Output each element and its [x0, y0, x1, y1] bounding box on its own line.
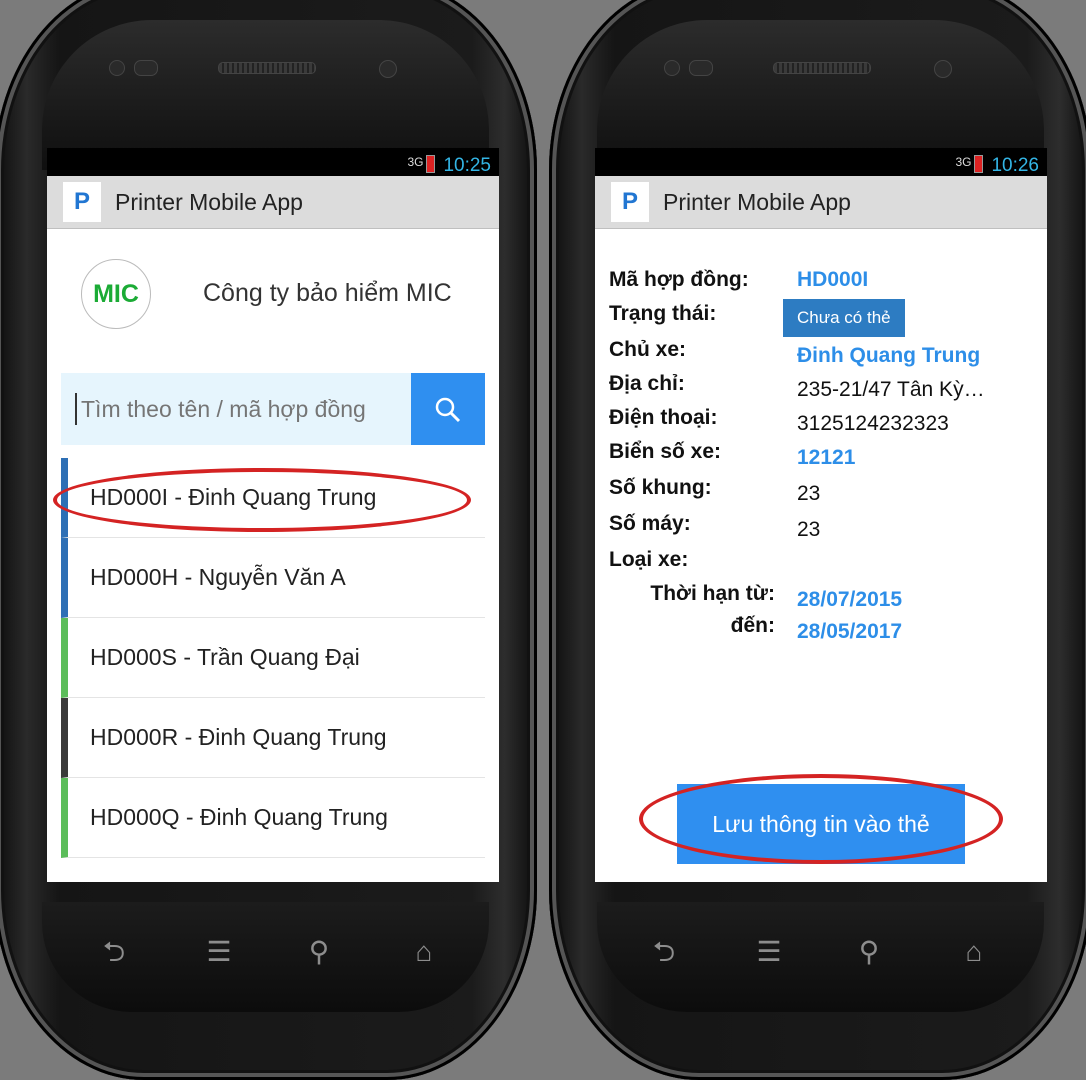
company-logo: MIC: [81, 259, 151, 329]
field-value: 3125124232323: [797, 412, 949, 435]
menu-icon[interactable]: ☰: [749, 938, 789, 966]
field-label: Trạng thái:: [609, 302, 717, 325]
search-bar: [61, 373, 485, 445]
field-contract: Mã hợp đồng: HD000I: [609, 268, 1029, 302]
field-value: 235-21/47 Tân Kỳ…: [797, 378, 985, 401]
field-address: Địa chỉ: 235-21/47 Tân Kỳ…: [609, 372, 1029, 406]
field-type: Loại xe:: [609, 548, 1029, 582]
signal-icon: 3G: [407, 155, 424, 169]
home-icon[interactable]: ⌂: [954, 938, 994, 966]
search-button[interactable]: [411, 373, 485, 445]
field-engine: Số máy: 23: [609, 512, 1029, 546]
app-title: Printer Mobile App: [115, 188, 303, 215]
field-label: Số khung:: [609, 476, 712, 499]
company-header: MIC Công ty bảo hiểm MIC: [47, 229, 499, 347]
back-icon[interactable]: ⮌: [94, 938, 134, 966]
battery-icon: [426, 155, 436, 173]
screen-contract-list: 3G 10:25 P Printer Mobile App MIC Công ty…: [47, 148, 499, 882]
field-label: Số máy:: [609, 512, 691, 535]
list-item[interactable]: HD000Q - Đinh Quang Trung: [61, 778, 485, 858]
field-owner: Chủ xe: Đinh Quang Trung: [609, 338, 1029, 372]
status-bar: 3G 10:26: [595, 148, 1047, 176]
field-value: 12121: [797, 446, 856, 469]
list-item[interactable]: HD000S - Trần Quang Đại: [61, 618, 485, 698]
status-bar: 3G 10:25: [47, 148, 499, 176]
field-label: Thời hạn từ:: [650, 582, 775, 605]
search-icon: [435, 397, 461, 423]
status-time: 10:25: [443, 155, 491, 176]
field-label: Điện thoại:: [609, 406, 718, 429]
app-bar: P Printer Mobile App: [47, 176, 499, 229]
field-phone: Điện thoại: 3125124232323: [609, 406, 1029, 440]
field-value: 28/07/2015: [797, 588, 903, 611]
status-time: 10:26: [991, 155, 1039, 176]
field-value: HD000I: [797, 268, 869, 291]
search-input[interactable]: [75, 393, 411, 425]
sensor-icon: [109, 60, 125, 76]
field-to: đến: 28/05/2017: [609, 614, 1029, 648]
list-item[interactable]: HD000R - Đinh Quang Trung: [61, 698, 485, 778]
field-value: 28/05/2017: [797, 620, 903, 643]
field-label: Chủ xe:: [609, 338, 687, 361]
screen-contract-detail: 3G 10:26 P Printer Mobile App Mã hợp đồng…: [595, 148, 1047, 882]
field-plate: Biển số xe: 12121: [609, 440, 1029, 474]
field-label: Loại xe:: [609, 548, 689, 571]
field-value: Đinh Quang Trung: [797, 344, 981, 367]
front-camera-icon: [379, 60, 397, 78]
app-bar: P Printer Mobile App: [595, 176, 1047, 229]
signal-icon: 3G: [955, 155, 972, 169]
app-title: Printer Mobile App: [663, 188, 851, 215]
search-key-icon[interactable]: ⚲: [849, 938, 889, 966]
search-key-icon[interactable]: ⚲: [299, 938, 339, 966]
field-status: Trạng thái: Chưa có thẻ: [609, 299, 1029, 337]
home-icon[interactable]: ⌂: [404, 938, 444, 966]
phone-right: 3G 10:26 P Printer Mobile App Mã hợp đồng…: [549, 0, 1086, 1080]
field-label: đến:: [730, 614, 775, 637]
battery-icon: [974, 155, 984, 173]
phone-left: 3G 10:25 P Printer Mobile App MIC Công ty…: [0, 0, 537, 1080]
field-label: Biển số xe:: [609, 440, 722, 463]
field-label: Địa chỉ:: [609, 372, 685, 395]
sensor-icon: [664, 60, 680, 76]
field-from: Thời hạn từ: 28/07/2015: [609, 582, 1029, 616]
sensor-icon: [134, 60, 158, 76]
list-item[interactable]: HD000H - Nguyễn Văn A: [61, 538, 485, 618]
status-badge: Chưa có thẻ: [783, 299, 905, 337]
speaker-grille: [217, 62, 316, 74]
back-icon[interactable]: ⮌: [644, 938, 684, 966]
field-frame: Số khung: 23: [609, 476, 1029, 510]
company-name: Công ty bảo hiểm MIC: [203, 279, 452, 307]
speaker-grille: [772, 62, 871, 74]
field-value: 23: [797, 482, 821, 505]
menu-icon[interactable]: ☰: [199, 938, 239, 966]
field-value: 23: [797, 518, 821, 541]
sensor-icon: [689, 60, 713, 76]
app-logo-icon: P: [63, 182, 101, 222]
highlight-ellipse: [53, 468, 471, 532]
field-label: Mã hợp đồng:: [609, 268, 749, 291]
app-logo-icon: P: [611, 182, 649, 222]
highlight-ellipse: [639, 774, 1003, 864]
front-camera-icon: [934, 60, 952, 78]
